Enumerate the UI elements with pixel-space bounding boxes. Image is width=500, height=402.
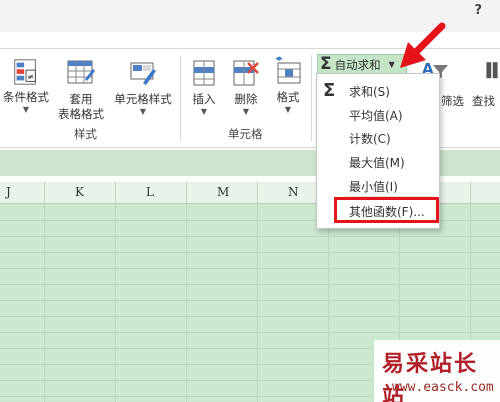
- grid-line: [0, 284, 500, 285]
- column-header-j[interactable]: J: [6, 185, 11, 199]
- conditional-format-icon: ≠: [14, 59, 36, 85]
- help-button[interactable]: ?: [474, 3, 482, 18]
- grid-line: [186, 182, 187, 402]
- delete-label: 删除: [234, 92, 258, 106]
- column-header-l[interactable]: L: [146, 185, 154, 199]
- chevron-down-icon: ▼: [388, 60, 395, 69]
- format-cells-icon: [275, 56, 301, 84]
- menu-item-average[interactable]: 平均值(A): [349, 107, 403, 124]
- cells-group-label: 单元格: [228, 127, 263, 141]
- insert-label: 插入: [192, 92, 216, 106]
- filter-label: 筛选: [441, 94, 464, 108]
- sigma-icon: Σ: [320, 54, 332, 74]
- column-header-n[interactable]: N: [288, 185, 299, 199]
- grid-line: [0, 252, 500, 253]
- grid-line: [115, 182, 116, 402]
- grid-line: [0, 236, 500, 237]
- conditional-format-button[interactable]: ≠ 条件格式 ▼: [2, 57, 50, 115]
- format-label: 格式: [276, 90, 300, 104]
- menu-item-count[interactable]: 计数(C): [349, 130, 391, 147]
- conditional-format-label: 条件格式: [3, 90, 49, 104]
- svg-text:≠: ≠: [27, 72, 34, 82]
- styles-group-label: 样式: [74, 127, 97, 141]
- delete-button[interactable]: 删除 ▼: [228, 57, 264, 117]
- find-binoculars-icon[interactable]: [484, 57, 500, 85]
- chevron-down-icon: ▼: [284, 105, 292, 114]
- grid-line: [0, 268, 500, 269]
- table-format-button[interactable]: 套用 表格格式: [52, 57, 110, 122]
- autosum-button[interactable]: Σ 自动求和 ▼: [317, 54, 407, 75]
- menu-item-max[interactable]: 最大值(M): [349, 154, 405, 171]
- autosum-label: 自动求和: [334, 57, 381, 72]
- cell-style-icon: [130, 62, 156, 85]
- format-button[interactable]: 格式 ▼: [270, 55, 306, 115]
- watermark: 易采站长站 www.easck.com: [374, 340, 500, 402]
- group-divider: [180, 55, 181, 141]
- column-header-m[interactable]: M: [217, 185, 229, 199]
- menu-item-sum[interactable]: 求和(S): [349, 83, 390, 100]
- delete-cells-icon: [233, 60, 259, 86]
- menu-item-min[interactable]: 最小值(I): [349, 178, 398, 195]
- table-format-label-1: 套用: [69, 92, 93, 106]
- column-header-k[interactable]: K: [75, 185, 84, 199]
- table-format-label-2: 表格格式: [58, 107, 104, 121]
- annotation-arrow-icon: [400, 22, 446, 68]
- chevron-down-icon: ▼: [139, 107, 147, 116]
- grid-line: [0, 300, 500, 301]
- find-label: 查找: [472, 94, 495, 108]
- insert-button[interactable]: 插入 ▼: [186, 57, 222, 117]
- chevron-down-icon: ▼: [22, 105, 30, 114]
- grid-line: [44, 182, 45, 402]
- cell-style-label: 单元格样式: [114, 92, 172, 106]
- insert-cells-icon: [193, 60, 215, 86]
- grid-line: [257, 182, 258, 402]
- group-divider: [311, 55, 312, 141]
- chevron-down-icon: ▼: [200, 107, 208, 116]
- sigma-icon: Σ: [323, 80, 336, 101]
- grid-line: [0, 316, 500, 317]
- grid-line: [0, 332, 500, 333]
- chevron-down-icon: ▼: [242, 107, 250, 116]
- table-format-icon: [67, 60, 95, 84]
- cell-style-button[interactable]: 单元格样式 ▼: [112, 57, 174, 117]
- annotation-highlight-box: [334, 197, 439, 223]
- watermark-url: www.easck.com: [392, 380, 494, 395]
